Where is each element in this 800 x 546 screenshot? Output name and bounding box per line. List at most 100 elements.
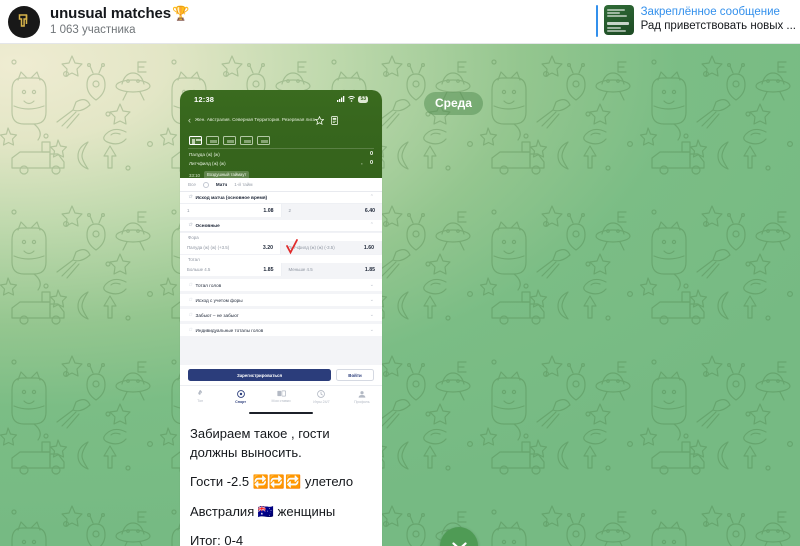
broadcast-icon[interactable] [331,115,338,125]
tabbar-item-games[interactable]: Игры 24/7 [301,390,341,405]
pinned-thumbnail [603,5,634,35]
tabbar-item-top[interactable]: Топ [180,390,220,404]
odd-value: 3.20 [262,244,273,251]
divider [188,148,374,149]
star-icon[interactable]: ☆ [188,282,192,288]
filter-all[interactable]: Все [188,182,196,188]
team-row-home: Палуда (ж) (ж) 0 [180,150,382,159]
market-title: Забьют – не забьют [195,312,239,318]
market-subgroup-label: Тотал [180,254,382,263]
message-line-1: Забираем такое , гости должны выносить. [190,426,330,460]
channel-name: unusual matches [50,5,172,22]
tab-icon-4[interactable] [240,135,253,145]
phone-status-bar: 12:38 53 [180,92,382,106]
odd-value: 1.85 [263,266,274,273]
market-row-collapsed[interactable]: ☆ Исход с учетом форы ⌄ [180,294,382,306]
tickets-icon [276,390,286,397]
chevron-down-icon[interactable]: ⌄ [370,312,374,318]
market-title: Индивидуальные тоталы голов [195,327,264,333]
match-scoreboard: Палуда (ж) (ж) 0 Литчфилд (ж) (ж) ▪ 0 33… [180,150,382,179]
login-button[interactable]: Войти [336,369,374,381]
date-badge: Среда [424,92,483,115]
star-icon[interactable]: ☆ [188,312,192,318]
filter-first-half[interactable]: 1-й тайм [234,182,252,188]
market-odds-row: Палуда (ж) (ж) (+3.5) 3.20 Литчфилд (ж) … [180,239,382,255]
odd-value: 1.60 [363,244,374,251]
tab-icon-2[interactable] [206,135,219,145]
pinned-text: Закреплённое сообщение Рад приветствоват… [641,2,796,33]
message-line-2: Гости -2.5 🔁🔁🔁 улетело [190,474,354,489]
market-title: Основные [195,223,220,228]
battery-level: 53 [358,95,368,103]
odd-key: Меньше 4.5 [288,267,313,272]
market-subgroup-label: Фора [180,232,382,241]
screenshot-tabbar: Топ Спорт Мои ставки Игры 24/7 Профиль [180,385,382,417]
tabbar-label: Спорт [235,399,247,404]
market-title: Тотал голов [195,282,222,288]
screenshot-cta-row: Зарегистрироваться Войти [180,365,382,385]
channel-meta[interactable]: unusual matches 🏆 1 063 участника [50,5,189,38]
chevron-down-icon[interactable]: ⌄ [370,327,374,333]
pinned-message[interactable]: Закреплённое сообщение Рад приветствоват… [595,2,796,42]
tab-icon-1[interactable] [189,135,202,145]
market-title: Исход матча (основное время) [195,195,268,200]
person-icon [358,390,366,398]
tab-icon-3[interactable] [223,135,236,145]
star-icon[interactable]: ☆ [188,223,192,228]
message-line-4: Итог: 0-4 [190,533,244,546]
market-row-collapsed[interactable]: ☆ Тотал голов ⌄ [180,279,382,291]
message-bubble[interactable]: 12:38 53 ‹ Жен. Австралия. Северная Терр… [180,90,382,546]
pinned-preview: Рад приветствовать новых ... [640,20,796,32]
odd-value: 1.85 [364,266,375,273]
market-header[interactable]: ☆ Исход матча (основное время) ⌃ [180,192,382,204]
tabbar-label: Игры 24/7 [313,399,330,404]
market-odds-row: Больше 4.5 1.85 Меньше 4.5 1.85 [180,263,382,276]
odd-cell[interactable]: Больше 4.5 1.85 [180,263,282,276]
odd-cell[interactable]: Палуда (ж) (ж) (+3.5) 3.20 [180,241,281,254]
message-photo-bookmaker-screenshot[interactable]: 12:38 53 ‹ Жен. Австралия. Северная Терр… [180,90,382,417]
odd-key: 1 [187,208,190,213]
market-row-collapsed[interactable]: ☆ Забьют – не забьют ⌄ [180,309,382,321]
market-odds-row: 1 1.08 2 6.40 [180,204,382,217]
chevron-up-icon[interactable]: ⌃ [370,223,374,228]
tabbar-item-profile[interactable]: Профиль [342,390,382,405]
register-button[interactable]: Зарегистрироваться [188,369,331,381]
cellular-signal-icon [337,96,345,102]
odd-cell[interactable]: 1 1.08 [180,204,282,217]
soccer-ball-icon [236,390,245,398]
chevron-down-icon[interactable]: ⌄ [370,282,374,288]
filter-favorites-icon[interactable] [202,181,209,188]
league-title: Жен. Австралия. Северная Территория. Рез… [195,117,316,122]
star-icon[interactable]: ☆ [188,195,192,200]
odd-cell-selected[interactable]: Литчфилд (ж) (ж) (-3.5) 1.60 [281,241,382,254]
star-icon[interactable]: ☆ [188,297,192,303]
tab-icon-5[interactable] [257,135,270,145]
match-clock: 33:10 [189,172,200,178]
home-team-name: Палуда (ж) (ж) [189,152,220,157]
market-header[interactable]: ☆ Основные ⌃ [180,220,382,232]
odd-cell[interactable]: 2 6.40 [281,204,382,217]
home-indicator [249,411,313,414]
odd-key: 2 [288,208,291,213]
market-row-collapsed[interactable]: ☆ Индивидуальные тоталы голов ⌄ [180,324,382,336]
screenshot-nav-row: ‹ Жен. Австралия. Северная Территория. Р… [180,109,382,131]
page-title: unusual matches 🏆 [50,5,189,22]
star-icon[interactable] [315,115,324,125]
odd-cell[interactable]: Меньше 4.5 1.85 [281,263,382,276]
chevron-left-icon[interactable]: ‹ [188,115,191,125]
odd-value: 6.40 [364,207,375,214]
tabbar-item-sport[interactable]: Спорт [220,390,260,405]
star-icon[interactable]: ☆ [188,327,192,333]
market-card-outcome: ☆ Исход матча (основное время) ⌃ 1 1.08 2… [180,192,382,217]
channel-avatar[interactable] [8,5,40,38]
away-team-name: Литчфилд (ж) (ж) [189,161,226,166]
filter-match[interactable]: Матч [216,182,227,188]
status-time: 12:38 [194,94,215,104]
tabbar-item-my-bets[interactable]: Мои ставки [261,390,301,404]
chevron-up-icon[interactable]: ⌃ [370,195,374,200]
channel-header: unusual matches 🏆 1 063 участника Закрепл… [0,0,800,44]
chevron-down-icon [451,542,467,546]
chevron-down-icon[interactable]: ⌄ [370,297,374,303]
channel-monogram-p-icon [18,14,27,27]
tabbar-label: Топ [197,398,204,403]
